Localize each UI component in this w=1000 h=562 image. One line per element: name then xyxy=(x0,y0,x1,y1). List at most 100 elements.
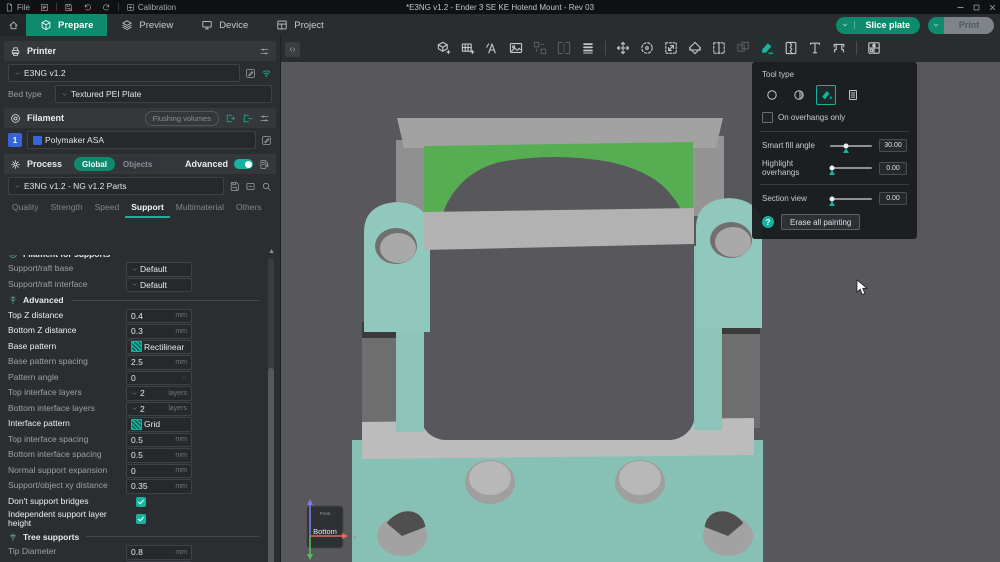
setting-input[interactable]: 0.3 mm xyxy=(126,324,192,339)
toolbar-cut-button[interactable] xyxy=(684,37,706,59)
setting-select[interactable]: 2 layers xyxy=(126,386,192,401)
toolbar-add-plate-button[interactable] xyxy=(457,37,479,59)
maximize-button[interactable] xyxy=(968,0,984,14)
model-center-opening xyxy=(420,250,695,440)
edit-presets-button[interactable] xyxy=(35,0,54,14)
filament-settings-icon[interactable] xyxy=(259,113,270,124)
on-overhangs-checkbox[interactable] xyxy=(762,112,773,123)
edit-printer-icon[interactable] xyxy=(245,68,256,79)
scope-objects-tab[interactable]: Objects xyxy=(115,157,160,171)
setting-input[interactable]: 0.5 mm xyxy=(126,432,192,447)
home-button[interactable] xyxy=(0,14,26,36)
slider-track[interactable] xyxy=(828,196,872,206)
slice-plate-button[interactable]: Slice plate xyxy=(836,16,920,34)
toolbar-seam-painting-button[interactable] xyxy=(780,37,802,59)
toolbar-arrange-button[interactable] xyxy=(505,37,527,59)
setting-checkbox[interactable] xyxy=(136,514,146,525)
printer-preset-select[interactable]: E3NG v1.2 xyxy=(8,64,240,82)
paint-tool-gap-fill-button[interactable] xyxy=(843,85,863,105)
process-tab-support[interactable]: Support xyxy=(125,200,170,218)
slider-track[interactable] xyxy=(830,143,872,153)
collapse-params-icon[interactable] xyxy=(245,181,256,192)
toolbar-assembly-view-button[interactable] xyxy=(863,37,885,59)
slider-value-input[interactable]: 0.00 xyxy=(879,192,907,205)
tab-device[interactable]: Device xyxy=(187,14,262,36)
toolbar-rotate-button[interactable] xyxy=(636,37,658,59)
scope-global-tab[interactable]: Global xyxy=(74,157,115,171)
model-hotend-mount[interactable] xyxy=(350,110,765,562)
setting-input[interactable]: 0.35 mm xyxy=(126,479,192,494)
setting-input[interactable]: 0.8 mm xyxy=(126,545,192,560)
printer-settings-icon[interactable] xyxy=(259,46,270,57)
toolbar-split-button[interactable] xyxy=(708,37,730,59)
toolbar-measure-button[interactable] xyxy=(828,37,850,59)
viewport-3d[interactable]: Tool type On overhangs only Smart fill a… xyxy=(281,36,1000,562)
print-button[interactable]: Print xyxy=(944,16,994,34)
toolbar-scale-button[interactable] xyxy=(660,37,682,59)
setting-input[interactable]: Grid xyxy=(126,417,192,432)
calibration-menu[interactable]: Calibration xyxy=(121,0,181,14)
process-tab-others[interactable]: Others xyxy=(230,200,268,218)
undo-button[interactable] xyxy=(78,0,97,14)
tab-project[interactable]: Project xyxy=(262,14,338,36)
remove-filament-icon[interactable] xyxy=(242,113,253,124)
collapse-sidebar-button[interactable] xyxy=(285,41,300,57)
scrollbar-thumb[interactable] xyxy=(268,368,274,562)
bed-type-select[interactable]: Textured PEI Plate xyxy=(55,85,272,103)
orientation-gizmo[interactable]: Front Bottom x xyxy=(291,492,361,562)
paint-tool-fill-button[interactable] xyxy=(816,85,836,105)
setting-checkbox[interactable] xyxy=(136,496,146,507)
erase-all-painting-button[interactable]: Erase all painting xyxy=(781,214,861,230)
slider-value-input[interactable]: 0.00 xyxy=(879,161,907,175)
tab-prepare[interactable]: Prepare xyxy=(26,14,108,36)
setting-select[interactable]: Default xyxy=(126,262,192,277)
slider-track[interactable] xyxy=(828,165,872,175)
slider-value-input[interactable]: 30.00 xyxy=(879,139,907,152)
process-preset-select[interactable]: E3NG v1.2 - NG v1.2 Parts xyxy=(8,177,224,195)
filament-select[interactable]: Polymaker ASA xyxy=(27,131,256,149)
process-tab-quality[interactable]: Quality xyxy=(6,200,44,218)
setting-input[interactable]: 0.5 mm xyxy=(126,448,192,463)
toolbar-text-button[interactable] xyxy=(804,37,826,59)
toolbar-auto-orient-button[interactable] xyxy=(481,37,503,59)
setting-input[interactable]: 0.4 mm xyxy=(126,308,192,323)
setting-select[interactable]: 2 layers xyxy=(126,401,192,416)
toolbar-support-painting-button[interactable] xyxy=(756,37,778,59)
paint-tool-circle-button[interactable] xyxy=(762,85,782,105)
toolbar-variable-layer-height-button[interactable] xyxy=(577,37,599,59)
toolbar-mesh-boolean-button xyxy=(732,37,754,59)
scroll-up-arrow[interactable]: ▲ xyxy=(268,248,275,255)
setting-input[interactable]: 2.5 mm xyxy=(126,355,192,370)
caret-icon xyxy=(132,407,137,410)
flushing-volumes-button[interactable]: Flushing volumes xyxy=(144,110,219,126)
help-button[interactable]: ? xyxy=(762,216,774,228)
advanced-toggle[interactable] xyxy=(234,159,253,169)
tab-preview[interactable]: Preview xyxy=(107,14,187,36)
process-tab-multimaterial[interactable]: Multimaterial xyxy=(170,200,230,218)
sort-params-icon[interactable] xyxy=(259,159,270,170)
print-options-dropdown[interactable] xyxy=(928,16,944,34)
toolbar-add-object-button[interactable] xyxy=(433,37,455,59)
setting-input[interactable]: 0 mm xyxy=(126,463,192,478)
on-overhangs-only-option[interactable]: On overhangs only xyxy=(762,112,907,123)
file-icon xyxy=(6,3,13,11)
search-params-icon[interactable] xyxy=(261,181,272,192)
minimize-button[interactable] xyxy=(952,0,968,14)
process-tab-strength[interactable]: Strength xyxy=(44,200,88,218)
setting-select[interactable]: Default xyxy=(126,277,192,292)
save-preset-icon[interactable] xyxy=(229,181,240,192)
save-button[interactable] xyxy=(59,0,78,14)
setting-input[interactable]: 0 xyxy=(126,370,192,385)
setting-input[interactable]: Rectilinear xyxy=(126,339,192,354)
toolbar-move-button[interactable] xyxy=(612,37,634,59)
wifi-icon[interactable] xyxy=(261,68,272,79)
close-button[interactable] xyxy=(984,0,1000,14)
add-filament-icon[interactable] xyxy=(225,113,236,124)
filament-slot-badge[interactable]: 1 xyxy=(8,133,22,147)
slice-options-dropdown[interactable] xyxy=(836,21,856,29)
edit-filament-icon[interactable] xyxy=(261,135,272,146)
paint-tool-sphere-button[interactable] xyxy=(789,85,809,105)
file-menu[interactable]: File xyxy=(0,0,35,14)
redo-button[interactable] xyxy=(97,0,116,14)
process-tab-speed[interactable]: Speed xyxy=(89,200,126,218)
